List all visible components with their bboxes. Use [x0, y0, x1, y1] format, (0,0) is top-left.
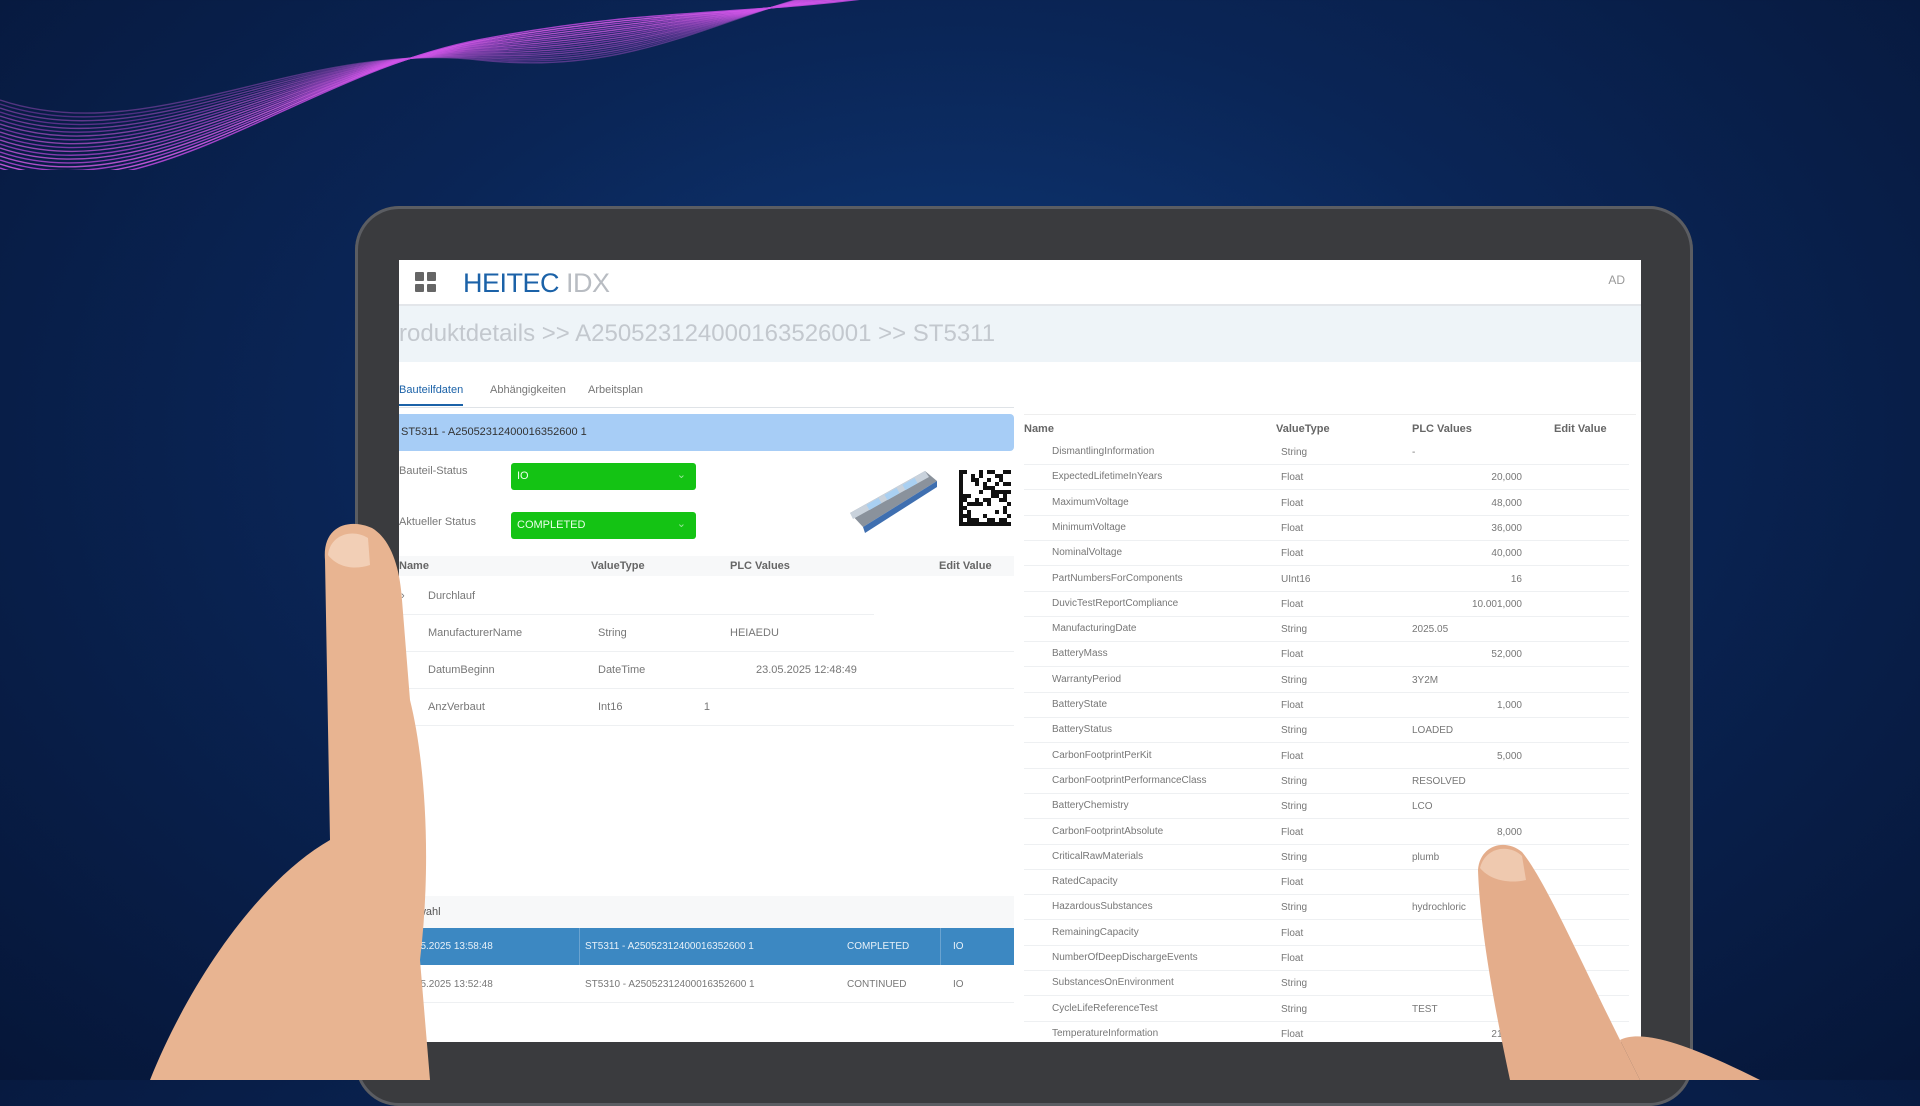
hands-overlay [0, 0, 1920, 1080]
right-thumb [1620, 1036, 1760, 1080]
left-hand [150, 524, 430, 1080]
